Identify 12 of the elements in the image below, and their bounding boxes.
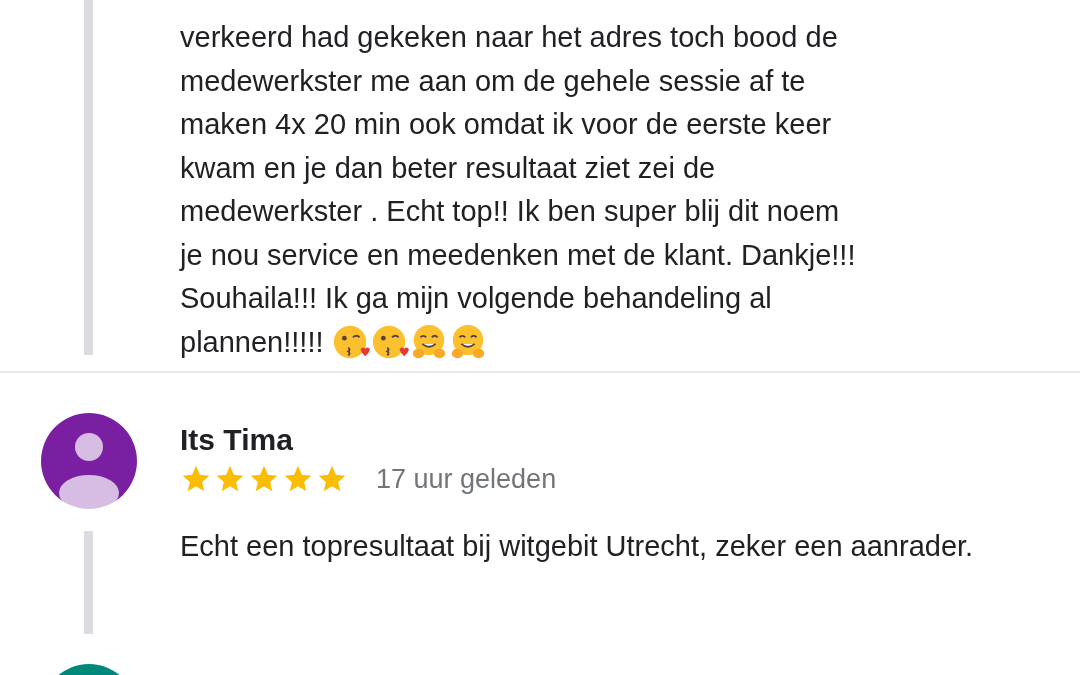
review-text-line: plannen!!!!! (180, 324, 324, 360)
review-text-line: maken 4x 20 min ook omdat ik voor de eerste keer (180, 107, 832, 142)
review-time: 17 uur geleden (376, 463, 557, 495)
avatar-icon (41, 413, 137, 509)
review-text-line: kwam en je dan beter resultaat ziet zei de (180, 150, 716, 186)
review-text-line: medewerkster . Echt top!! Ik ben super blij dit noem (180, 194, 840, 229)
author-name: Its Tima (180, 423, 294, 457)
review-text-line: Souhaila!!! Ik ga mijn volgende behandeling al (180, 281, 772, 316)
review-text-line: medewerkster me aan om de gehele sessie af te (180, 63, 806, 99)
review-text-line: verkeerd had gekeken naar het adres toch bood de (180, 20, 838, 55)
review-text: Echt een topresultaat bij witgebit Utrecht, zeker een aanrader. (180, 530, 974, 562)
review-text-line: je nou service en meedenken met de klant. Dankje!!! (180, 237, 856, 273)
